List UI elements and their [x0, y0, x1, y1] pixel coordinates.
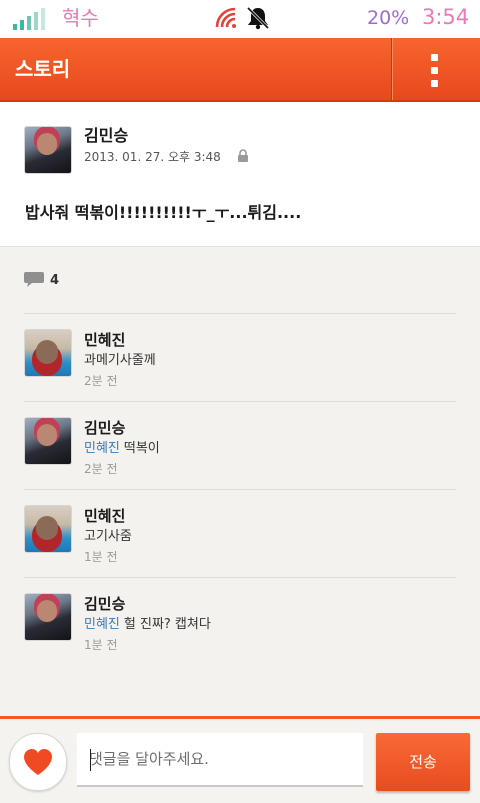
divider — [24, 489, 456, 490]
comment-time: 1분 전 — [84, 638, 118, 652]
comment-list: 민혜진 과메기사줄께 2분 전 김민승 민혜진 떡복이 2분 전 민혜진 고기사줌… — [0, 313, 480, 665]
lock-icon — [238, 149, 248, 162]
carrier-name: 혁수 — [62, 6, 99, 30]
comment-time: 1분 전 — [84, 550, 118, 564]
divider — [24, 313, 456, 314]
wifi-alert-icon — [215, 7, 236, 28]
comment-author[interactable]: 민혜진 — [84, 506, 125, 526]
comment-bubble-icon — [24, 272, 44, 287]
avatar[interactable] — [24, 126, 72, 174]
overflow-menu-icon[interactable] — [420, 48, 450, 92]
avatar[interactable] — [24, 417, 72, 465]
comment-text: 고기사줌 — [84, 528, 132, 546]
comment-item: 민혜진 고기사줌 1분 전 — [0, 489, 480, 577]
bell-muted-icon — [246, 6, 270, 30]
comment-author[interactable]: 민혜진 — [84, 330, 125, 350]
comment-text: 과메기사줄께 — [84, 352, 156, 370]
mention-link[interactable]: 민혜진 — [84, 441, 120, 456]
action-bar-divider — [391, 38, 393, 100]
divider — [24, 401, 456, 402]
action-bar: 스토리 — [0, 38, 480, 102]
comment-body: 떡복이 — [123, 441, 160, 456]
mention-link[interactable]: 민혜진 — [84, 617, 120, 632]
comment-body: 과메기사줄께 — [84, 353, 156, 368]
avatar[interactable] — [24, 329, 72, 377]
post-body: 밥사줘 떡볶이!!!!!!!!!!ㅜ_ㅜ...튀김.... — [25, 203, 302, 222]
signal-icon — [13, 8, 45, 30]
status-bar: 혁수 20% 3:54 — [0, 0, 480, 38]
send-button[interactable]: 전송 — [376, 733, 470, 791]
comment-composer: 전송 — [0, 716, 480, 803]
comment-text: 민혜진 헐 진짜? 캡쳐다 — [84, 616, 211, 634]
comment-input[interactable] — [77, 733, 363, 787]
comment-body: 헐 진짜? 캡쳐다 — [123, 617, 211, 632]
post-author[interactable]: 김민승 — [84, 126, 128, 146]
divider — [24, 577, 456, 578]
post-date: 2013. 01. 27. 오후 3:48 — [84, 150, 221, 164]
comment-item: 민혜진 과메기사줄께 2분 전 — [0, 313, 480, 401]
comment-item: 김민승 민혜진 떡복이 2분 전 — [0, 401, 480, 489]
comment-item: 김민승 민혜진 헐 진짜? 캡쳐다 1분 전 — [0, 577, 480, 665]
clock: 3:54 — [422, 5, 470, 29]
comment-text: 민혜진 떡복이 — [84, 440, 160, 458]
like-button[interactable] — [9, 733, 67, 791]
comment-time: 2분 전 — [84, 462, 118, 476]
avatar[interactable] — [24, 593, 72, 641]
avatar[interactable] — [24, 505, 72, 553]
comment-author[interactable]: 김민승 — [84, 418, 125, 438]
story-post: 김민승 2013. 01. 27. 오후 3:48 밥사줘 떡볶이!!!!!!!… — [0, 102, 480, 247]
page-title: 스토리 — [15, 57, 71, 81]
text-cursor — [90, 749, 91, 771]
comment-author[interactable]: 김민승 — [84, 594, 125, 614]
comment-time: 2분 전 — [84, 374, 118, 388]
comment-count-value: 4 — [50, 273, 60, 288]
comment-body: 고기사줌 — [84, 529, 132, 544]
battery-level: 20% — [367, 7, 410, 29]
heart-icon — [24, 749, 52, 775]
